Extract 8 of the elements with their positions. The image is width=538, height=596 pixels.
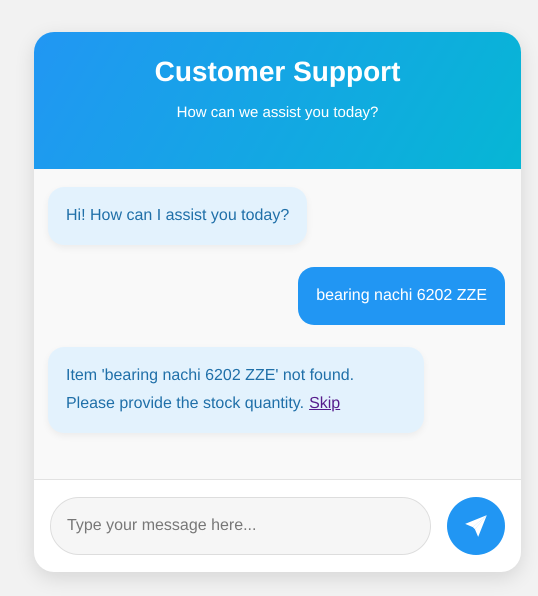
bot-message: Item 'bearing nachi 6202 ZZE' not found. Please provide the stock quantity. Skip (48, 347, 424, 433)
message-input[interactable]: Type your message here... (50, 497, 431, 555)
header-subtitle: How can we assist you today? (176, 104, 380, 121)
skip-link[interactable]: Skip (309, 395, 340, 412)
paper-plane-icon (463, 513, 489, 539)
header-title: Customer Support (154, 56, 402, 88)
user-message: bearing nachi 6202 ZZE (298, 267, 505, 325)
bot-message: Hi! How can I assist you today? (48, 187, 308, 245)
